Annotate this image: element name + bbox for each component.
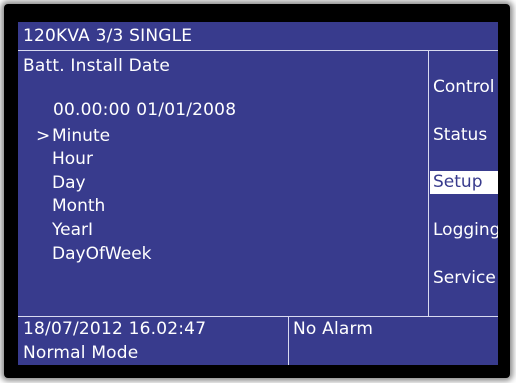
sidebar-divider bbox=[428, 50, 429, 317]
menu-item-label: Hour bbox=[52, 149, 93, 169]
menu-item-day[interactable]: Day bbox=[36, 175, 86, 192]
menu-item-dayofweek[interactable]: DayOfWeek bbox=[36, 246, 152, 263]
statusbar-divider bbox=[18, 316, 498, 317]
sidebar-item-status[interactable]: Status bbox=[430, 124, 498, 147]
status-datetime: 18/07/2012 16.02:47 bbox=[23, 319, 207, 339]
alarm-status: No Alarm bbox=[293, 319, 374, 339]
sidebar-item-service[interactable]: Service bbox=[430, 267, 498, 290]
sidebar-item-logging[interactable]: Logging bbox=[430, 219, 498, 242]
selection-cursor: > bbox=[36, 126, 51, 146]
menu-item-label: Month bbox=[52, 196, 106, 216]
lcd-screen: 120KVA 3/3 SINGLE Batt. Install Date 00.… bbox=[18, 22, 498, 365]
menu-item-minute[interactable]: > Minute bbox=[36, 128, 110, 145]
menu-item-year[interactable]: YearI bbox=[36, 222, 93, 239]
menu-item-label: Minute bbox=[52, 126, 111, 146]
statusbar-separator bbox=[288, 316, 289, 365]
device-title: 120KVA 3/3 SINGLE bbox=[23, 26, 193, 46]
menu-item-label: DayOfWeek bbox=[52, 244, 152, 264]
menu-item-hour[interactable]: Hour bbox=[36, 151, 93, 168]
menu-item-label: YearI bbox=[52, 220, 94, 240]
datetime-value: 00.00:00 01/01/2008 bbox=[53, 100, 237, 120]
page-title: Batt. Install Date bbox=[23, 56, 171, 76]
menu-item-label: Day bbox=[52, 173, 86, 193]
header-divider bbox=[18, 50, 498, 51]
status-mode: Normal Mode bbox=[23, 343, 139, 363]
menu-item-month[interactable]: Month bbox=[36, 198, 105, 215]
sidebar-item-setup[interactable]: Setup bbox=[430, 171, 498, 194]
sidebar-item-control[interactable]: Control bbox=[430, 76, 498, 99]
